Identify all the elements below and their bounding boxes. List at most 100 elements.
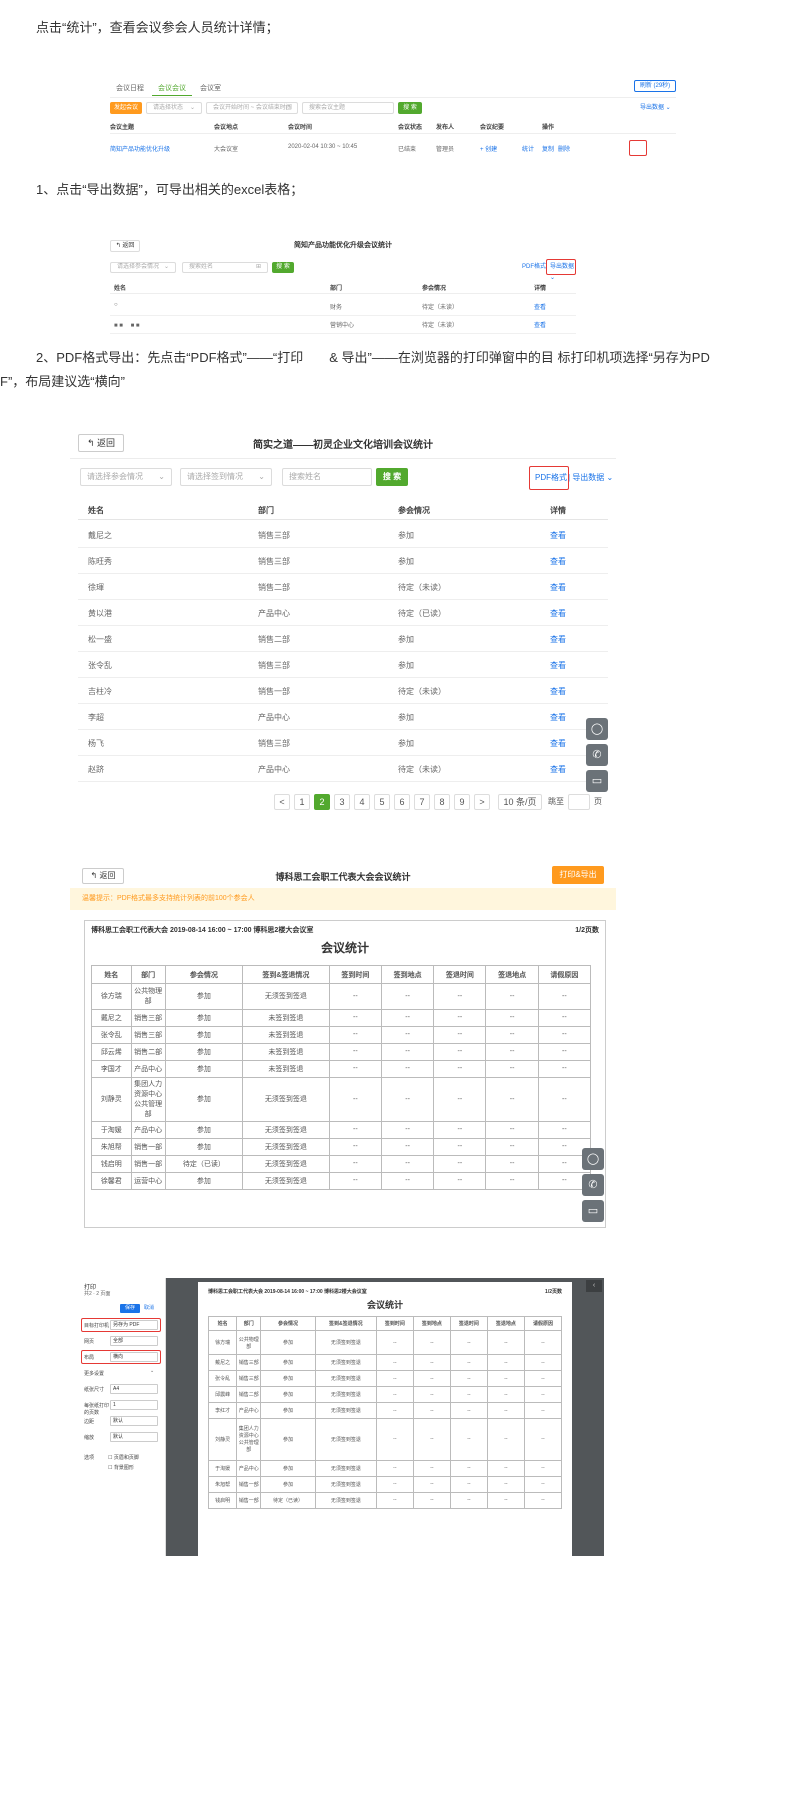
table-row: 李红才 产品中心 参加 无须签到签退 -- -- -- -- -- [207, 1402, 563, 1419]
table-row: 朱旭帮 销售一部 参加 无须签到签退 -- -- -- -- -- [207, 1475, 563, 1493]
cell-sign: 未签到签退 [242, 1025, 330, 1044]
prev-page-button[interactable]: < [274, 794, 290, 810]
cell-detail[interactable]: 查看 [534, 320, 546, 329]
date-range-input[interactable]: 会议开始时间 ~ 会议结束时间 ▢ [206, 102, 298, 114]
attendance-select[interactable]: 请选择参会情况 ⌄ [110, 262, 176, 273]
add-meeting-button[interactable]: 发起会议 [110, 102, 142, 114]
table-row: 陈旺秀 销售三部 参加 查看 [78, 548, 608, 574]
field-select[interactable]: 默认 [110, 1416, 158, 1426]
status-select[interactable]: 请选择状态 ⌄ [146, 102, 202, 114]
page-4-button[interactable]: 4 [354, 794, 370, 810]
topic-search-input[interactable]: 搜索会议主题 [302, 102, 394, 114]
page-7-button[interactable]: 7 [414, 794, 430, 810]
row-minutes[interactable]: + 创建 [480, 144, 497, 153]
cell-detail[interactable]: 查看 [550, 738, 566, 749]
layout-highlight [81, 1350, 161, 1364]
cell-detail[interactable]: 查看 [550, 608, 566, 619]
cell-dept: 销售一部 [258, 687, 290, 696]
name-search-input[interactable]: 搜索姓名 [282, 468, 372, 486]
tab-1[interactable]: 会议会议 [152, 82, 192, 96]
cell-status: 待定（未读） [422, 305, 459, 311]
cell-c5: -- [375, 1475, 414, 1493]
cell-detail[interactable]: 查看 [550, 764, 566, 775]
refresh-button[interactable]: 刷新 (29秒) [634, 80, 676, 92]
headers-footers-checkbox[interactable]: ☐ 页眉和页脚 [108, 1454, 139, 1461]
field-select[interactable]: 1 [110, 1400, 158, 1410]
page-1-button[interactable]: 1 [294, 794, 310, 810]
field-select[interactable]: 默认 [110, 1432, 158, 1442]
cell-c7: -- [449, 1370, 488, 1387]
cell-detail[interactable]: 查看 [550, 686, 566, 697]
cell-c6: -- [380, 983, 435, 1010]
cell-detail[interactable]: 查看 [550, 634, 566, 645]
page-2-button[interactable]: 2 [314, 794, 330, 810]
cell-name: 李国才 [91, 1059, 132, 1078]
attendance-select[interactable]: 请选择参会情况 ⌄ [80, 468, 172, 486]
export-data-link[interactable]: 导出数据 ⌄ [640, 102, 671, 114]
page-5-button[interactable]: 5 [374, 794, 390, 810]
cell-dept: 销售二部 [258, 583, 290, 592]
calendar-icon: ▢ [285, 105, 291, 111]
next-page-button[interactable]: > [474, 794, 490, 810]
table-title: 会议统计 [320, 941, 369, 955]
background-graphics-checkbox[interactable]: ☐ 背景图形 [108, 1464, 134, 1471]
search-button[interactable]: 搜 索 [272, 262, 294, 273]
cell-name: 朱旭帮 [207, 1475, 238, 1493]
cell-status: 参加 [398, 635, 414, 644]
search-button[interactable]: 搜 索 [376, 468, 408, 486]
column-header: 会议纪要 [480, 125, 505, 131]
row-topic[interactable]: 简知产品功能优化升级 [110, 144, 170, 153]
row-action-op2[interactable]: 复制 [542, 144, 554, 153]
cancel-button[interactable]: 取消 [144, 1304, 154, 1313]
row-action-op1[interactable]: 统计 [522, 144, 534, 153]
save-button[interactable]: 保存 [120, 1304, 140, 1313]
window-icon[interactable]: ▭ [582, 1200, 604, 1222]
cell-detail[interactable]: 查看 [550, 530, 566, 541]
signin-select[interactable]: 请选择签到情况 ⌄ [180, 468, 272, 486]
row-action-op3[interactable]: 删除 [558, 144, 570, 153]
cell-detail[interactable]: 查看 [550, 556, 566, 567]
cell-detail[interactable]: 查看 [534, 302, 546, 311]
preview-scroll-button[interactable]: ‹ [586, 1280, 602, 1292]
tab-0[interactable]: 会议日程 [110, 82, 150, 96]
field-select[interactable]: 全部 [110, 1336, 158, 1346]
chat-icon[interactable]: ◯ [582, 1148, 604, 1170]
export-data-link[interactable]: | 导出数据 ⌄ [568, 472, 613, 483]
page-size-select[interactable]: 10 条/页 ⌄ [498, 794, 542, 816]
page-9-button[interactable]: 9 [454, 794, 470, 810]
phone-icon[interactable]: ✆ [586, 744, 608, 766]
cell-c6: -- [380, 1120, 435, 1139]
column-header: 会议地点 [214, 125, 239, 131]
chevron-down-icon[interactable]: ⌄ [150, 1368, 154, 1374]
page-8-button[interactable]: 8 [434, 794, 450, 810]
cell-status: 参加 [164, 1025, 244, 1044]
cell-name: 陈旺秀 [88, 557, 112, 566]
cell-c8: -- [485, 1008, 539, 1027]
cell-detail[interactable]: 查看 [550, 712, 566, 723]
field-value: 1 [113, 1402, 116, 1408]
cell-c8: -- [485, 983, 539, 1010]
cell-status: 待定（未读） [422, 323, 459, 329]
table-row: 李超 产品中心 参加 查看 [78, 704, 608, 730]
page-6-button[interactable]: 6 [394, 794, 410, 810]
field-select[interactable]: A4 [110, 1384, 158, 1394]
cell-status: 参加 [260, 1370, 316, 1387]
goto-page-input[interactable] [568, 794, 590, 810]
cell-c9: -- [537, 1120, 592, 1139]
tab-2[interactable]: 会议室 [194, 82, 227, 96]
page-3-button[interactable]: 3 [334, 794, 350, 810]
cell-sign: 无须签到签退 [314, 1475, 377, 1493]
print-export-button[interactable]: 打印&导出 [552, 866, 604, 884]
cell-detail[interactable]: 查看 [550, 660, 566, 671]
cell-c7: -- [449, 1354, 488, 1371]
pdf-format-link[interactable]: PDF格式 [522, 262, 546, 273]
chat-icon[interactable]: ◯ [586, 718, 608, 740]
cell-sign: 无须签到签退 [314, 1330, 377, 1355]
cell-sign: 无须签到签退 [242, 1154, 330, 1173]
phone-icon[interactable]: ✆ [582, 1174, 604, 1196]
search-button[interactable]: 搜 索 [398, 102, 422, 114]
page-info: 1/2页数 [545, 1289, 562, 1295]
window-icon[interactable]: ▭ [586, 770, 608, 792]
name-search-input[interactable]: 搜索姓名 ⊞ [182, 262, 268, 273]
cell-detail[interactable]: 查看 [550, 582, 566, 593]
